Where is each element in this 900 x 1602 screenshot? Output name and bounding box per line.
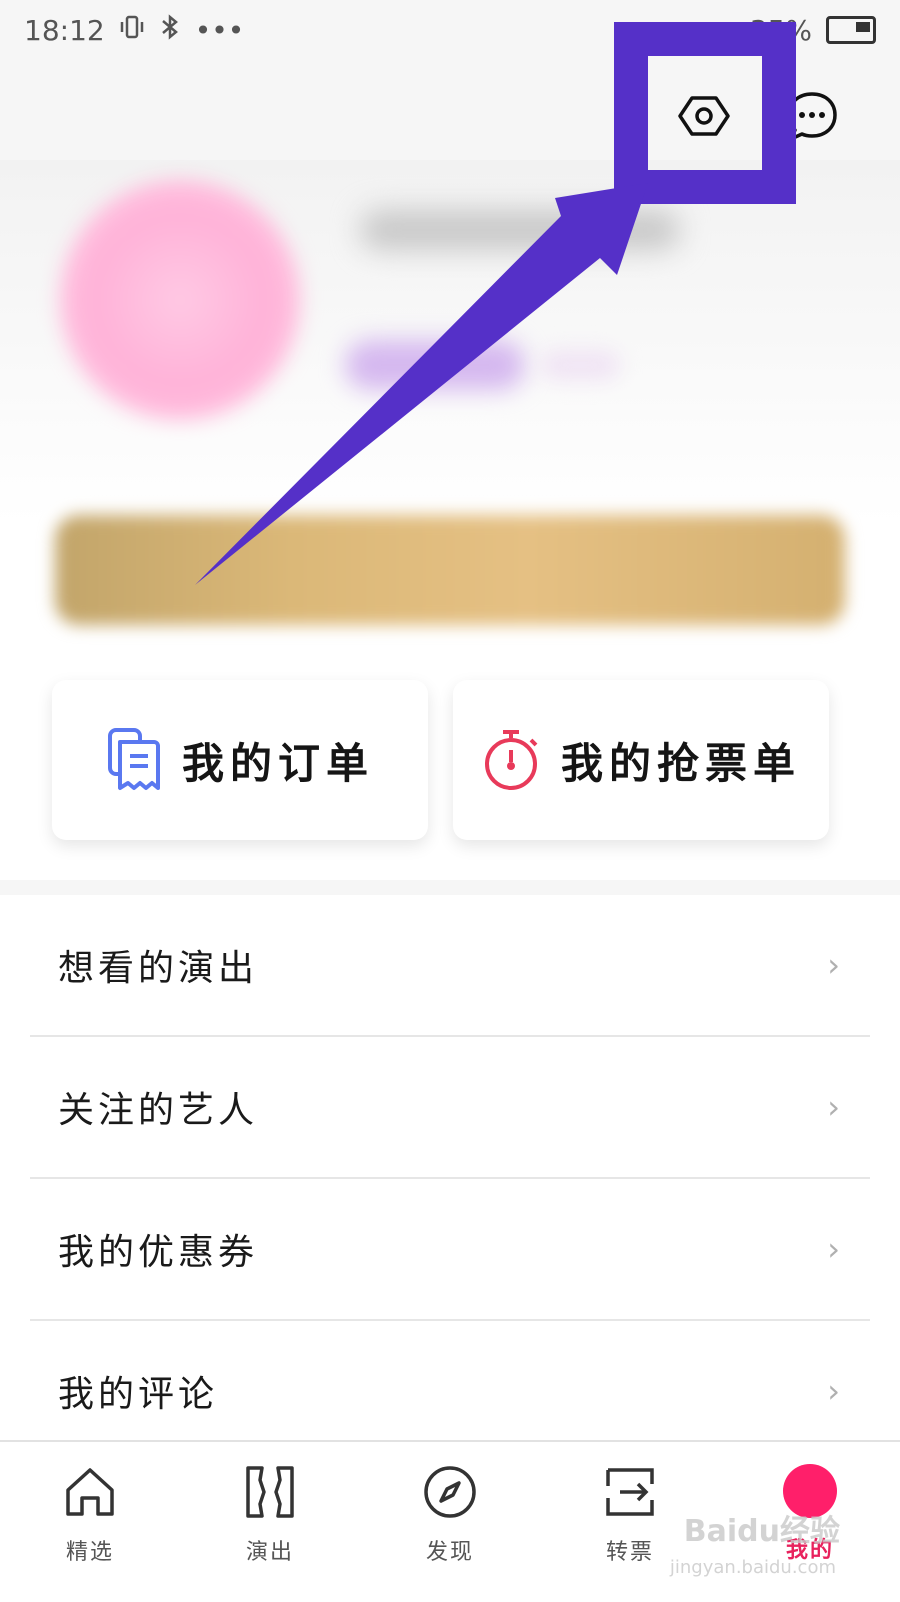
chevron-right-icon: › — [827, 946, 840, 984]
my-grab-tickets-label: 我的抢票单 — [560, 738, 801, 788]
menu-item-label: 我的评论 — [58, 1374, 219, 1415]
tab-shows[interactable]: 演出 — [180, 1442, 360, 1602]
my-orders-label: 我的订单 — [181, 738, 374, 788]
chevron-right-icon: › — [827, 1372, 840, 1410]
watermark: Baidu经验 — [683, 1514, 840, 1549]
username-blurred — [360, 210, 680, 250]
membership-banner[interactable] — [55, 515, 845, 625]
settings-button[interactable] — [676, 88, 732, 144]
status-time: 18:12 — [24, 13, 105, 47]
profile-header — [0, 160, 900, 680]
battery-icon — [826, 16, 876, 44]
menu-list: 想看的演出 › 关注的艺人 › 我的优惠券 › 我的评论 › — [0, 895, 900, 1461]
status-bar: 18:12 ••• 35% — [0, 0, 900, 60]
stopwatch-icon — [484, 730, 538, 790]
member-tag-secondary-blurred — [540, 350, 620, 380]
messages-button[interactable] — [784, 88, 840, 144]
quick-cards: 我的订单 我的抢票单 — [0, 680, 900, 880]
menu-item-label: 关注的艺人 — [58, 1090, 259, 1131]
menu-item-followed-artists[interactable]: 关注的艺人 › — [30, 1037, 870, 1179]
chevron-right-icon: › — [827, 1088, 840, 1126]
compass-icon — [424, 1466, 476, 1518]
tab-label: 发现 — [425, 1540, 474, 1565]
bluetooth-icon — [159, 13, 181, 47]
avatar[interactable] — [60, 180, 300, 420]
menu-item-label: 想看的演出 — [58, 948, 259, 989]
tab-label: 转票 — [605, 1540, 654, 1565]
transfer-icon — [606, 1468, 654, 1516]
tab-label: 精选 — [65, 1540, 114, 1565]
my-orders-card[interactable]: 我的订单 — [52, 680, 428, 840]
more-notifications-icon: ••• — [194, 13, 245, 47]
home-icon — [66, 1468, 114, 1516]
header-actions — [676, 88, 840, 144]
order-receipt-icon — [107, 728, 160, 790]
vibrate-icon — [119, 14, 145, 47]
chat-bubble-icon — [787, 92, 837, 141]
tab-discover[interactable]: 发现 — [360, 1442, 540, 1602]
my-grab-tickets-card[interactable]: 我的抢票单 — [453, 680, 829, 840]
battery-percent: 35% — [749, 13, 812, 47]
watermark-url: jingyan.baidu.com — [669, 1557, 836, 1578]
settings-hexagon-icon — [678, 96, 730, 136]
menu-item-coupons[interactable]: 我的优惠券 › — [30, 1179, 870, 1321]
menu-item-wishlist-shows[interactable]: 想看的演出 › — [30, 895, 870, 1037]
tab-label: 演出 — [245, 1540, 294, 1565]
menu-item-label: 我的优惠券 — [58, 1232, 259, 1273]
tab-featured[interactable]: 精选 — [0, 1442, 180, 1602]
chevron-right-icon: › — [827, 1230, 840, 1268]
ticket-icon — [246, 1466, 294, 1518]
member-tag-blurred — [345, 340, 525, 390]
